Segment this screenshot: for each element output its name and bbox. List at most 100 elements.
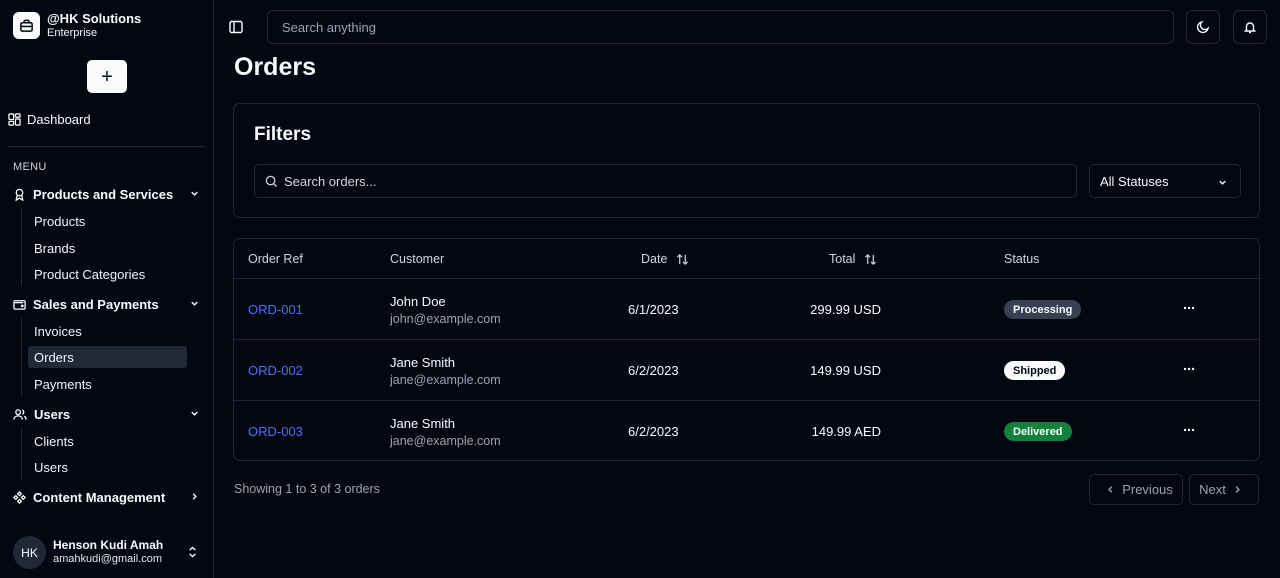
sidebar-item-brands[interactable]: Brands [28, 237, 187, 259]
briefcase-icon [13, 12, 40, 40]
row-actions-button[interactable] [1182, 423, 1196, 437]
more-horizontal-icon [1183, 306, 1195, 310]
order-date: 6/2/2023 [628, 424, 679, 439]
sort-arrows-icon [864, 253, 877, 266]
sidebar-item-payments[interactable]: Payments [28, 373, 187, 395]
previous-page-button[interactable]: Previous [1089, 474, 1183, 505]
brand-name: @HK Solutions [47, 11, 142, 26]
bell-icon [1243, 22, 1257, 34]
order-ref-link[interactable]: ORD-003 [248, 424, 303, 439]
sidebar-toggle-button[interactable] [229, 20, 243, 34]
order-total: 299.99 USD [810, 302, 881, 317]
add-button[interactable]: + [87, 60, 127, 93]
table-row: ORD-003 Jane Smith jane@example.com 6/2/… [234, 401, 1259, 460]
sidebar-item-orders[interactable]: Orders [28, 346, 187, 368]
header-order-ref: Order Ref [248, 252, 303, 266]
dashboard-icon [8, 113, 21, 126]
orders-table: Order Ref Customer Date Total Status ORD… [233, 238, 1260, 461]
filters-title: Filters [254, 124, 312, 145]
sidebar-group-sales-and-payments[interactable]: Sales and Payments [13, 293, 200, 315]
user-menu[interactable]: HK Henson Kudi Amah amahkudi@gmail.com [13, 536, 203, 569]
sidebar-group-label: Users [34, 406, 71, 422]
customer-email: jane@example.com [390, 372, 501, 387]
more-horizontal-icon [1183, 367, 1195, 371]
user-name: Henson Kudi Amah [53, 538, 164, 553]
chevron-down-icon [189, 408, 200, 419]
next-page-button[interactable]: Next [1189, 474, 1259, 505]
submenu-line [21, 428, 22, 480]
chevron-left-icon [1105, 484, 1116, 495]
notifications-button[interactable] [1233, 10, 1267, 44]
next-label: Next [1199, 482, 1226, 497]
plus-icon: + [101, 65, 113, 88]
sidebar: @HK Solutions Enterprise + Dashboard MEN… [0, 0, 214, 578]
customer-name: Jane Smith [390, 416, 456, 431]
table-header: Order Ref Customer Date Total Status [234, 239, 1259, 279]
header-customer: Customer [390, 252, 445, 266]
sidebar-item-label: Dashboard [27, 112, 91, 127]
order-search-input[interactable]: Search orders... [254, 164, 1077, 198]
sidebar-group-users[interactable]: Users [13, 403, 200, 425]
chevron-right-icon [1232, 484, 1243, 495]
sidebar-item-invoices[interactable]: Invoices [28, 320, 187, 342]
customer-email: jane@example.com [390, 433, 501, 448]
chevron-down-icon [1217, 177, 1228, 188]
sidebar-item-product-categories[interactable]: Product Categories [28, 263, 187, 285]
ribbon-icon [13, 188, 26, 201]
menu-section-label: MENU [13, 161, 47, 173]
more-horizontal-icon [1183, 428, 1195, 432]
wallet-icon [13, 298, 26, 311]
order-total: 149.99 USD [810, 363, 881, 378]
sidebar-item-products[interactable]: Products [28, 210, 187, 232]
customer-name: Jane Smith [390, 355, 456, 370]
sidebar-toggle-icon [229, 20, 243, 34]
global-search-input[interactable]: Search anything [267, 10, 1174, 44]
header-total: Total [829, 252, 856, 266]
search-icon [265, 175, 278, 188]
order-date: 6/1/2023 [628, 302, 679, 317]
theme-toggle-button[interactable] [1186, 10, 1220, 44]
brand[interactable]: @HK Solutions Enterprise [13, 11, 142, 40]
divider [8, 146, 205, 147]
table-row: ORD-001 John Doe john@example.com 6/1/20… [234, 279, 1259, 340]
header-total-sort[interactable]: Total [829, 252, 877, 266]
header-date-sort[interactable]: Date [641, 252, 689, 266]
sidebar-group-products-and-services[interactable]: Products and Services [13, 183, 200, 205]
pagination-summary: Showing 1 to 3 of 3 orders [234, 482, 380, 496]
components-icon [13, 490, 26, 504]
row-actions-button[interactable] [1182, 362, 1196, 376]
users-icon [13, 408, 27, 421]
chevron-down-icon [189, 298, 200, 309]
status-badge: Shipped [1004, 361, 1066, 380]
sort-arrows-icon [676, 253, 689, 266]
avatar: HK [13, 536, 46, 569]
order-date: 6/2/2023 [628, 363, 679, 378]
previous-label: Previous [1122, 482, 1173, 497]
moon-icon [1196, 20, 1210, 34]
customer-name: John Doe [390, 294, 446, 309]
filters-card: Filters Search orders... All Statuses [233, 103, 1260, 218]
sidebar-group-label: Content Management [33, 489, 166, 505]
status-badge: Delivered [1004, 422, 1072, 441]
sidebar-group-label: Sales and Payments [33, 296, 159, 312]
chevron-down-icon [189, 188, 200, 199]
page-title: Orders [234, 53, 316, 81]
chevron-right-icon [189, 491, 200, 502]
submenu-line [21, 208, 22, 286]
sidebar-group-content-management[interactable]: Content Management [13, 486, 200, 508]
sidebar-group-label: Products and Services [33, 186, 174, 202]
table-row: ORD-002 Jane Smith jane@example.com 6/2/… [234, 340, 1259, 401]
submenu-line [21, 318, 22, 396]
header-date: Date [641, 252, 668, 266]
sidebar-item-dashboard[interactable]: Dashboard [8, 112, 91, 127]
row-actions-button[interactable] [1182, 301, 1196, 315]
order-ref-link[interactable]: ORD-001 [248, 302, 303, 317]
brand-plan: Enterprise [47, 27, 98, 40]
sidebar-item-users[interactable]: Users [28, 456, 187, 478]
chevrons-up-down-icon [187, 545, 198, 559]
customer-email: john@example.com [390, 311, 501, 326]
status-filter-select[interactable]: All Statuses [1089, 164, 1241, 198]
order-ref-link[interactable]: ORD-002 [248, 363, 303, 378]
order-search-placeholder: Search orders... [284, 173, 377, 189]
sidebar-item-clients[interactable]: Clients [28, 430, 187, 452]
